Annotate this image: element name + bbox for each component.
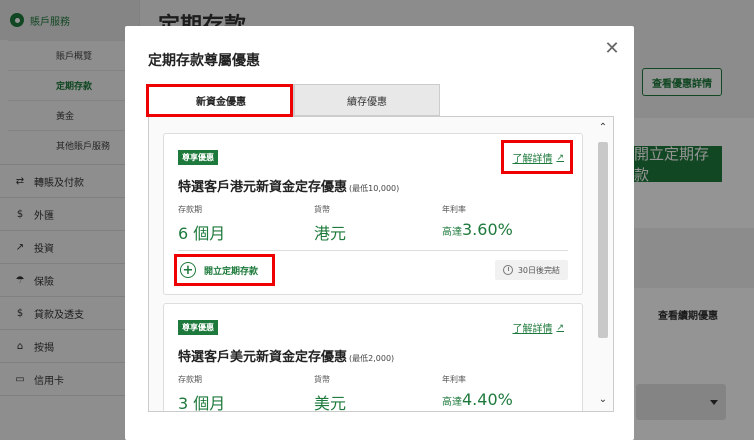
tab-renewal[interactable]: 續存優惠: [294, 84, 440, 116]
scroll-down-icon[interactable]: ⌄: [598, 394, 608, 405]
clock-icon: [502, 265, 513, 275]
period-label: 存款期: [178, 375, 202, 384]
highlight-box-learn-more: [501, 140, 573, 174]
scroll-up-icon[interactable]: ⌃: [598, 122, 608, 133]
modal-title: 定期存款尊屬優惠: [148, 53, 260, 69]
offer-card: 尊享優惠 了解詳情 ↗ 特選客戶美元新資金定存優惠 (最低2,000) 存款期 貨幣…: [163, 303, 583, 412]
offer-min-amount: (最低10,000): [349, 184, 400, 193]
expiry-badge: 30日後完結: [494, 260, 568, 280]
rate-label: 年利率: [442, 205, 466, 214]
period-value: 3 個月: [178, 394, 226, 412]
rate-value: 高達3.60%: [442, 220, 513, 239]
rate-prefix: 高達: [442, 227, 462, 238]
external-link-icon: ↗: [556, 322, 564, 333]
currency-value: 港元: [314, 224, 347, 243]
currency-label: 貨幣: [314, 375, 330, 384]
expiry-text: 30日後完結: [517, 265, 560, 275]
rate-prefix: 高達: [442, 397, 462, 408]
rate-label: 年利率: [442, 375, 466, 384]
period-value: 6 個月: [178, 224, 226, 243]
exclusive-badge: 尊享優惠: [178, 320, 218, 335]
offer-title-text: 特選客戶美元新資金定存優惠: [178, 350, 348, 365]
offer-min-amount: (最低2,000): [349, 354, 395, 363]
offer-title-text: 特選客戶港元新資金定存優惠: [178, 180, 348, 195]
currency-value: 美元: [314, 394, 347, 412]
learn-more-label: 了解詳情: [512, 324, 553, 335]
exclusive-badge: 尊享優惠: [178, 150, 218, 165]
currency-label: 貨幣: [314, 205, 330, 214]
scrollbar[interactable]: ⌃ ⌄: [596, 122, 610, 414]
divider: [178, 250, 568, 251]
rate-number: 4.40%: [462, 390, 513, 409]
scroll-thumb[interactable]: [598, 142, 608, 338]
highlight-box-open-deposit: [174, 254, 275, 286]
app-root: 賬戶服務 賬戶概覽 定期存款 黃金 其他賬戶服務 ⇄ 轉賬及付款 $ 外匯 ↗ 投資 …: [0, 0, 754, 440]
period-label: 存款期: [178, 205, 202, 214]
rate-value: 高達4.40%: [442, 390, 513, 409]
offer-title: 特選客戶港元新資金定存優惠 (最低10,000): [178, 176, 399, 195]
highlight-box-tab: [146, 84, 293, 117]
learn-more-link[interactable]: 了解詳情 ↗: [512, 320, 564, 336]
rate-number: 3.60%: [462, 220, 513, 239]
close-icon[interactable]: ✕: [603, 40, 621, 58]
offer-title: 特選客戶美元新資金定存優惠 (最低2,000): [178, 346, 394, 365]
